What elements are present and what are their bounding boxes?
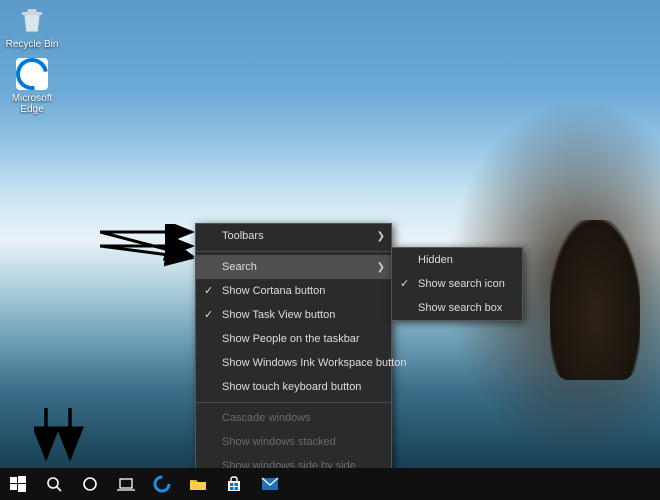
menu-item-stacked: Show windows stacked: [196, 430, 391, 454]
submenu-item-show-search-icon[interactable]: ✓ Show search icon: [392, 272, 522, 296]
desktop[interactable]: Recycle Bin Microsoft Edge Toolbars ❯ Se…: [0, 0, 660, 500]
submenu-item-show-search-box[interactable]: Show search box: [392, 296, 522, 320]
menu-label: Show touch keyboard button: [222, 381, 361, 393]
menu-item-cascade: Cascade windows: [196, 406, 391, 430]
menu-label: Show Task View button: [222, 309, 335, 321]
taskbar-explorer-button[interactable]: [180, 468, 216, 500]
menu-item-show-ink[interactable]: Show Windows Ink Workspace button: [196, 351, 391, 375]
submenu-item-hidden[interactable]: Hidden: [392, 248, 522, 272]
desktop-icon-label: Microsoft Edge: [2, 93, 62, 115]
taskbar-context-menu: Toolbars ❯ Search ❯ ✓ Show Cortana butto…: [195, 223, 392, 500]
annotation-arrows-down: [34, 408, 84, 466]
taskbar-taskview-button[interactable]: [108, 468, 144, 500]
check-icon: ✓: [204, 284, 213, 297]
search-submenu: Hidden ✓ Show search icon Show search bo…: [391, 247, 523, 321]
mail-icon: [261, 477, 279, 491]
menu-item-toolbars[interactable]: Toolbars ❯: [196, 224, 391, 248]
menu-label: Cascade windows: [222, 412, 311, 424]
taskbar[interactable]: [0, 468, 660, 500]
taskbar-search-button[interactable]: [36, 468, 72, 500]
chevron-right-icon: ❯: [377, 231, 385, 242]
taskbar-mail-button[interactable]: [252, 468, 288, 500]
edge-icon: [16, 58, 48, 90]
taskbar-edge-button[interactable]: [144, 468, 180, 500]
menu-separator: [196, 251, 391, 252]
start-button[interactable]: [0, 468, 36, 500]
menu-label: Show search box: [418, 302, 502, 314]
menu-label: Show windows stacked: [222, 436, 336, 448]
taskview-icon: [117, 477, 135, 491]
store-icon: [226, 476, 242, 492]
menu-item-show-taskview[interactable]: ✓ Show Task View button: [196, 303, 391, 327]
chevron-right-icon: ❯: [377, 262, 385, 273]
desktop-icon-label: Recycle Bin: [2, 39, 62, 50]
taskbar-store-button[interactable]: [216, 468, 252, 500]
cortana-icon: [82, 476, 98, 492]
edge-icon: [153, 475, 171, 493]
menu-item-show-touch-keyboard[interactable]: Show touch keyboard button: [196, 375, 391, 399]
menu-label: Show search icon: [418, 278, 505, 290]
windows-icon: [10, 476, 26, 492]
recycle-bin-icon: [16, 4, 48, 36]
check-icon: ✓: [204, 308, 213, 321]
menu-label: Show Windows Ink Workspace button: [222, 357, 406, 369]
folder-icon: [189, 477, 207, 491]
menu-label: Search: [222, 261, 257, 273]
menu-label: Toolbars: [222, 230, 264, 242]
desktop-icon-recycle-bin[interactable]: Recycle Bin: [2, 4, 62, 50]
taskbar-cortana-button[interactable]: [72, 468, 108, 500]
menu-item-show-people[interactable]: Show People on the taskbar: [196, 327, 391, 351]
menu-separator: [196, 402, 391, 403]
menu-label: Show Cortana button: [222, 285, 325, 297]
menu-item-show-cortana[interactable]: ✓ Show Cortana button: [196, 279, 391, 303]
menu-item-search[interactable]: Search ❯: [196, 255, 391, 279]
menu-label: Hidden: [418, 254, 453, 266]
search-icon: [46, 476, 62, 492]
annotation-arrows-right: [100, 224, 200, 268]
desktop-icon-edge[interactable]: Microsoft Edge: [2, 58, 62, 115]
check-icon: ✓: [400, 277, 409, 290]
menu-label: Show People on the taskbar: [222, 333, 360, 345]
scenery-rock: [550, 220, 640, 380]
